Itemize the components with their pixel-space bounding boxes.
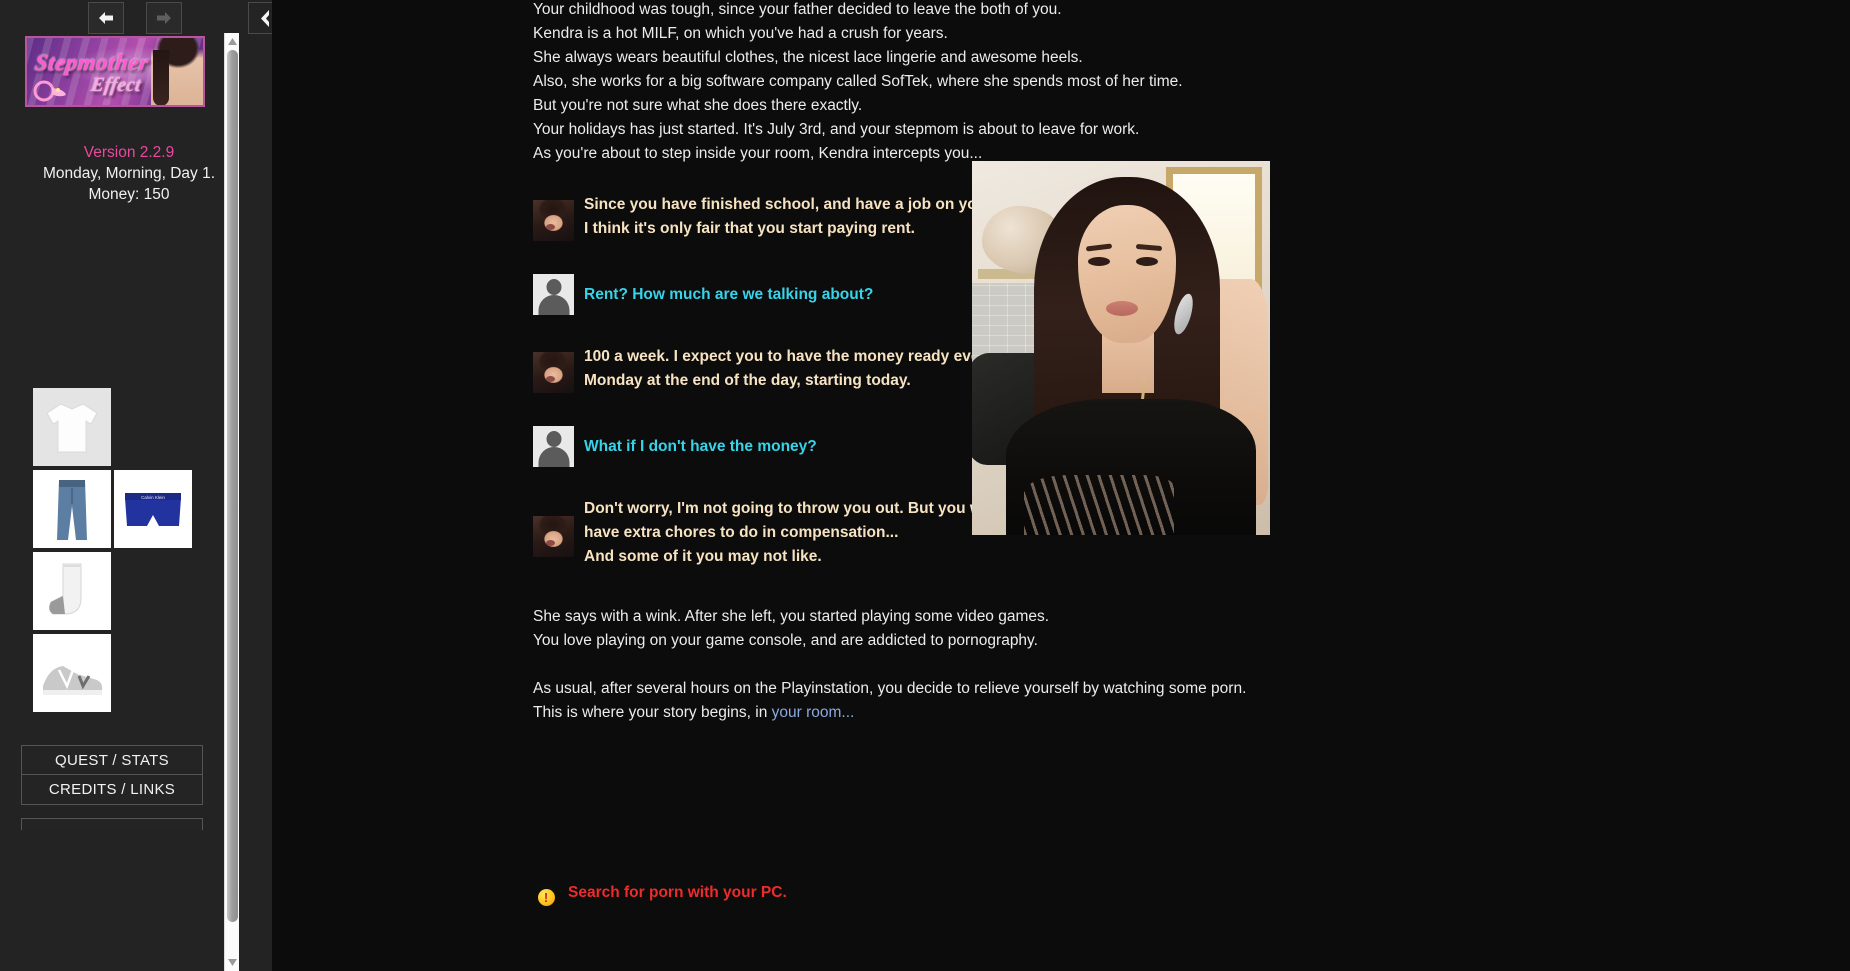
- svg-text:Calvin Klein: Calvin Klein: [141, 495, 165, 500]
- dialogue-player-2-text: What if I don't have the money?: [584, 438, 817, 455]
- scroll-down-button[interactable]: [225, 955, 240, 970]
- photo-face: [1078, 205, 1176, 343]
- kendra-avatar: [533, 516, 574, 557]
- boxers-icon: Calvin Klein: [114, 470, 192, 548]
- sidebar-partial-button[interactable]: [21, 818, 203, 830]
- scene-photo: [972, 161, 1270, 535]
- photo-lips: [1106, 301, 1138, 316]
- quest-stats-button[interactable]: QUEST / STATS: [21, 745, 203, 775]
- game-logo-banner: Stepmother Effect: [25, 36, 205, 107]
- dialogue-kendra-2-text: 100 a week. I expect you to have the mon…: [584, 348, 995, 389]
- kendra-avatar: [533, 352, 574, 393]
- money-label: Money: 150: [88, 186, 170, 203]
- intro-line-4: Also, she works for a big software compa…: [533, 73, 1183, 90]
- intro-line-2: Kendra is a hot MILF, on which you've ha…: [533, 25, 948, 42]
- inventory-item-tshirt[interactable]: [33, 388, 111, 466]
- sidebar-scrollbar[interactable]: [224, 33, 239, 971]
- closing-line-2: This is where your story begins, in your…: [533, 704, 854, 722]
- exclamation-glyph: !: [543, 889, 549, 905]
- intro-line-1: Your childhood was tough, since your fat…: [533, 1, 1062, 18]
- your-room-link[interactable]: your room...: [772, 704, 855, 721]
- dialogue-kendra-3-text: Don't worry, I'm not going to throw you …: [584, 500, 995, 565]
- outro-line-2: You love playing on your game console, a…: [533, 632, 1038, 649]
- player-avatar: [533, 426, 574, 467]
- inventory-item-shoes[interactable]: [33, 634, 111, 712]
- intro-line-7: As you're about to step inside your room…: [533, 145, 983, 162]
- jeans-icon: [33, 470, 111, 548]
- game-window: Stepmother Effect Version 2.2.9 Monday, …: [0, 0, 1850, 971]
- story-panel: Your childhood was tough, since your fat…: [520, 0, 1850, 971]
- caret-down-icon: [228, 959, 237, 966]
- intro-line-5: But you're not sure what she does there …: [533, 97, 863, 114]
- banner-art: Stepmother Effect: [27, 38, 203, 105]
- banner-title-line1: Stepmother: [33, 50, 151, 75]
- inventory-item-jeans[interactable]: [33, 470, 111, 548]
- inventory-item-boxers[interactable]: Calvin Klein: [114, 470, 192, 548]
- scrollbar-thumb[interactable]: [227, 50, 238, 922]
- daytime-label: Monday, Morning, Day 1.: [42, 165, 215, 182]
- dialogue-kendra-1-text: Since you have finished school, and have…: [584, 196, 1023, 237]
- shoes-icon: [33, 634, 111, 712]
- outro-line-1: She says with a wink. After she left, yo…: [533, 608, 1050, 625]
- scroll-up-button[interactable]: [225, 34, 240, 49]
- inventory-item-socks[interactable]: [33, 552, 111, 630]
- banner-cage-icon: [33, 80, 66, 102]
- chevron-left-icon: [260, 9, 269, 27]
- closing-line-1: As usual, after several hours on the Pla…: [533, 680, 1247, 697]
- nav-forward-button[interactable]: [146, 2, 182, 34]
- kendra-avatar: [533, 200, 574, 241]
- version-label: Version 2.2.9: [83, 144, 175, 161]
- sidebar: Stepmother Effect Version 2.2.9 Monday, …: [0, 0, 272, 971]
- banner-title-line2: Effect: [89, 74, 143, 96]
- photo-lace-pattern: [1024, 475, 1174, 535]
- arrow-left-icon: [99, 12, 113, 24]
- banner-girl-art: [151, 38, 203, 105]
- closing-line-2-prefix: This is where your story begins, in: [533, 704, 772, 721]
- sidebar-collapse-button[interactable]: [248, 2, 272, 34]
- caret-up-icon: [228, 38, 237, 45]
- player-avatar: [533, 274, 574, 315]
- credits-links-button[interactable]: CREDITS / LINKS: [21, 775, 203, 805]
- warning-exclamation-icon: !: [535, 886, 557, 908]
- intro-line-6: Your holidays has just started. It's Jul…: [533, 121, 1140, 138]
- socks-icon: [33, 552, 111, 630]
- sidebar-content: Stepmother Effect Version 2.2.9 Monday, …: [0, 0, 258, 971]
- arrow-right-icon: [157, 12, 171, 24]
- nav-back-button[interactable]: [88, 2, 124, 34]
- sidebar-nav-row: [0, 2, 258, 36]
- tshirt-icon: [33, 388, 111, 466]
- search-porn-action-link[interactable]: Search for porn with your PC.: [568, 884, 787, 902]
- intro-line-3: She always wears beautiful clothes, the …: [533, 49, 1083, 66]
- dialogue-player-1-text: Rent? How much are we talking about?: [584, 286, 874, 303]
